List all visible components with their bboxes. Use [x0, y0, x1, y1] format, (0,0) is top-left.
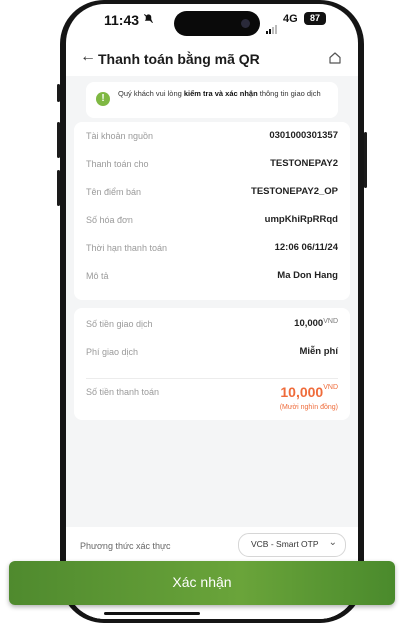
detail-row-source-account: Tài khoản nguồn 0301000301357 — [86, 128, 338, 148]
detail-value: 12:06 06/11/24 — [274, 242, 338, 253]
chevron-down-icon: ⌄ — [328, 537, 337, 548]
content-area: ! Quý khách vui lòng kiểm tra và xác nhậ… — [66, 76, 358, 619]
detail-label: Tên điểm bán — [86, 187, 142, 197]
screen: 11:43 4G 87 ← Thanh toán bằng mã QR ! Qu… — [66, 4, 358, 619]
detail-label: Số hóa đơn — [86, 215, 133, 225]
fee-value: Miễn phí — [299, 346, 338, 357]
fee-row: Phí giao dịch Miễn phí — [86, 344, 338, 364]
info-notice: ! Quý khách vui lòng kiểm tra và xác nhậ… — [86, 82, 338, 118]
detail-value: umpKhiRpRRqd — [264, 214, 338, 225]
detail-row-deadline: Thời hạn thanh toán 12:06 06/11/24 — [86, 240, 338, 260]
info-icon: ! — [96, 92, 110, 106]
detail-row-merchant: Tên điểm bán TESTONEPAY2_OP — [86, 184, 338, 204]
detail-label: Thanh toán cho — [86, 159, 149, 169]
confirm-button[interactable]: Xác nhận — [9, 561, 395, 605]
page-title: Thanh toán bằng mã QR — [98, 51, 260, 67]
amount-card: Số tiền giao dịch 10,000VND Phí giao dịc… — [74, 308, 350, 420]
detail-row-invoice: Số hóa đơn umpKhiRpRRqd — [86, 212, 338, 232]
detail-value: 0301000301357 — [269, 130, 338, 141]
total-amount-words: (Mười nghìn đồng) — [279, 404, 338, 411]
phone-frame: 11:43 4G 87 ← Thanh toán bằng mã QR ! Qu… — [57, 0, 367, 623]
currency-label: VND — [323, 318, 338, 325]
detail-label: Mô tả — [86, 271, 109, 281]
auth-method-select[interactable]: VCB - Smart OTP ⌄ — [238, 533, 346, 557]
notice-emphasis: kiểm tra và xác nhận — [183, 89, 258, 98]
detail-label: Thời hạn thanh toán — [86, 243, 167, 253]
signal-icon — [266, 16, 278, 34]
status-bar: 11:43 4G 87 — [66, 4, 358, 40]
silent-switch — [57, 84, 60, 102]
power-button — [364, 132, 367, 188]
bell-off-icon — [143, 13, 154, 27]
total-label: Số tiền thanh toán — [86, 387, 160, 397]
confirm-label: Xác nhận — [172, 574, 232, 590]
volume-up-button — [57, 122, 60, 158]
home-icon[interactable] — [328, 51, 342, 65]
amount-row: Số tiền giao dịch 10,000VND — [86, 316, 338, 336]
details-card: Tài khoản nguồn 0301000301357 Thanh toán… — [74, 122, 350, 300]
arrow-left-icon[interactable]: ← — [80, 48, 96, 66]
detail-value: Ma Don Hang — [277, 270, 338, 281]
amount-value: 10,000VND — [294, 318, 338, 329]
amount-label: Số tiền giao dịch — [86, 319, 153, 329]
total-currency: VND — [323, 384, 338, 391]
fee-label: Phí giao dịch — [86, 347, 139, 357]
auth-method-label: Phương thức xác thực — [80, 541, 171, 551]
dynamic-island — [174, 11, 260, 36]
header: ← Thanh toán bằng mã QR — [66, 46, 358, 76]
total-amount: 10,000VND — [280, 384, 338, 400]
detail-row-description: Mô tả Ma Don Hang — [86, 268, 338, 288]
network-type: 4G — [283, 13, 298, 25]
auth-method-value: VCB - Smart OTP — [251, 539, 319, 549]
detail-label: Tài khoản nguồn — [86, 131, 154, 141]
divider — [86, 378, 338, 379]
home-indicator — [104, 612, 200, 615]
detail-value: TESTONEPAY2_OP — [251, 186, 338, 197]
detail-row-pay-to: Thanh toán cho TESTONEPAY2 — [86, 156, 338, 176]
notice-text: Quý khách vui lòng kiểm tra và xác nhận … — [118, 89, 321, 98]
volume-down-button — [57, 170, 60, 206]
status-time: 11:43 — [104, 12, 140, 28]
battery-icon: 87 — [304, 12, 326, 25]
camera-icon — [241, 19, 250, 28]
detail-value: TESTONEPAY2 — [270, 158, 338, 169]
